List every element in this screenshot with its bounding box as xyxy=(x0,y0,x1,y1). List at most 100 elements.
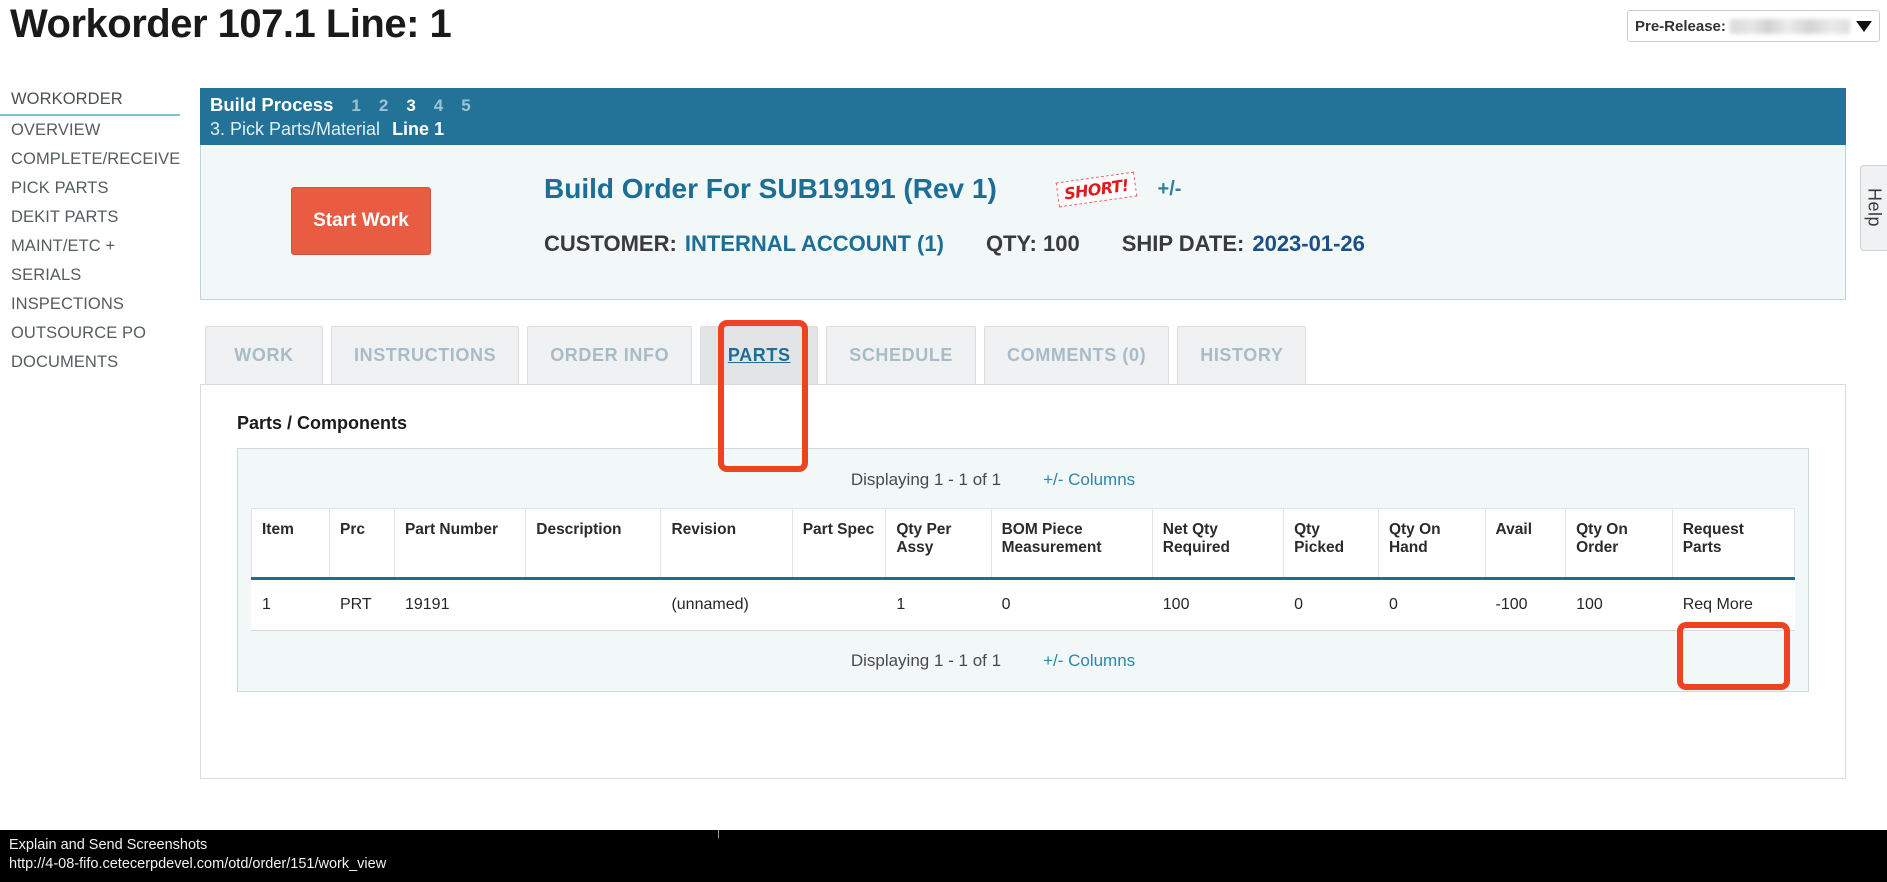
status-bar-title: Explain and Send Screenshots xyxy=(9,837,208,853)
col-prc[interactable]: Prc xyxy=(328,508,395,580)
ship-date-label: SHIP DATE: xyxy=(1121,231,1245,256)
pagination-top: Displaying 1 - 1 of 1 +/- Columns xyxy=(251,449,1795,508)
col-avail-label: Avail xyxy=(1495,521,1533,538)
columns-toggle-bottom[interactable]: +/- Columns xyxy=(1043,651,1135,671)
col-revision-label: Revision xyxy=(671,521,737,538)
customer-link[interactable]: INTERNAL ACCOUNT (1) xyxy=(685,231,944,257)
build-order-title: Build Order For SUB19191 (Rev 1) xyxy=(544,173,997,204)
help-tab-button[interactable]: Help xyxy=(1860,165,1887,251)
main-content: Build Process 1 2 3 4 5 3. Pick Parts/Ma… xyxy=(200,88,1846,779)
tab-order-info[interactable]: ORDER INFO xyxy=(527,326,693,384)
sidebar-item-pick-parts[interactable]: PICK PARTS xyxy=(0,174,190,203)
sidebar-item-serials[interactable]: SERIALS xyxy=(0,261,190,290)
col-request-parts-label: Request Parts xyxy=(1682,521,1744,556)
parts-table-header-row: Item Prc Part Number Description Revisio… xyxy=(251,508,1796,580)
build-process-step-2[interactable]: 2 xyxy=(379,96,388,116)
sidebar-item-documents[interactable]: DOCUMENTS xyxy=(0,348,190,377)
tab-schedule[interactable]: SCHEDULE xyxy=(826,326,977,384)
pre-release-select[interactable]: Pre-Release: xyxy=(1627,10,1880,42)
cell-part-number-link[interactable]: 19191 xyxy=(394,578,526,631)
sidebar-item-outsource-po[interactable]: OUTSOURCE PO xyxy=(0,319,190,348)
parts-table-container: Displaying 1 - 1 of 1 +/- Columns Item P… xyxy=(237,448,1809,692)
displaying-count-top: Displaying 1 - 1 of 1 xyxy=(850,470,1002,489)
status-bar: Explain and Send Screenshots http://4-08… xyxy=(0,830,1887,882)
build-process-subtitle-row: 3. Pick Parts/Material Line 1 xyxy=(210,119,1836,140)
page-title: Workorder 107.1 Line: 1 xyxy=(10,2,452,46)
cell-net-qty-required: 100 xyxy=(1152,578,1284,631)
chevron-down-icon xyxy=(1856,20,1872,32)
col-qty-on-hand[interactable]: Qty On Hand xyxy=(1377,508,1486,580)
col-bom-piece-measurement[interactable]: BOM Piece Measurement xyxy=(990,508,1153,580)
status-bar-url: http://4-08-fifo.cetecerpdevel.com/otd/o… xyxy=(9,856,387,872)
cell-qty-per-assy: 1 xyxy=(885,578,992,631)
order-title-row: Build Order For SUB19191 (Rev 1) SHORT! … xyxy=(544,171,1365,207)
pre-release-value xyxy=(1729,18,1850,34)
cell-request-parts-link[interactable]: Req More xyxy=(1672,578,1795,631)
col-qty-picked[interactable]: Qty Picked xyxy=(1283,508,1379,580)
col-description-label: Description xyxy=(536,521,622,538)
sidebar-item-workorder[interactable]: WORKORDER xyxy=(0,86,180,116)
build-process-bar: Build Process 1 2 3 4 5 3. Pick Parts/Ma… xyxy=(200,88,1846,145)
build-process-line: Line 1 xyxy=(392,119,445,139)
tab-comments[interactable]: COMMENTS (0) xyxy=(984,326,1170,384)
col-part-number-label: Part Number xyxy=(404,521,498,538)
sidebar-item-complete-receive[interactable]: COMPLETE/RECEIVE xyxy=(0,145,190,174)
pagination-bottom: Displaying 1 - 1 of 1 +/- Columns xyxy=(251,631,1795,675)
cell-description xyxy=(525,578,661,631)
sidebar-item-dekit-parts[interactable]: DEKIT PARTS xyxy=(0,203,190,232)
cell-qty-on-hand: 0 xyxy=(1378,578,1486,631)
build-process-step-1[interactable]: 1 xyxy=(351,96,360,116)
col-part-spec[interactable]: Part Spec xyxy=(791,508,887,580)
col-qty-on-hand-label: Qty On Hand xyxy=(1388,521,1441,556)
plus-minus-toggle[interactable]: +/- xyxy=(1158,178,1182,201)
customer-label: CUSTOMER: xyxy=(544,231,677,256)
sidebar: WORKORDER OVERVIEW COMPLETE/RECEIVE PICK… xyxy=(0,86,190,377)
sidebar-item-maint-etc[interactable]: MAINT/ETC + xyxy=(0,232,190,261)
cell-part-spec xyxy=(792,578,886,631)
cell-avail: -100 xyxy=(1485,578,1566,631)
start-work-button[interactable]: Start Work xyxy=(291,187,431,255)
col-revision[interactable]: Revision xyxy=(660,508,793,580)
tab-history[interactable]: HISTORY xyxy=(1177,326,1307,384)
order-summary-band: Start Work Build Order For SUB19191 (Rev… xyxy=(200,145,1846,300)
col-prc-label: Prc xyxy=(339,521,365,538)
col-qty-on-order-label: Qty On Order xyxy=(1576,521,1628,556)
col-description[interactable]: Description xyxy=(525,508,662,580)
page-root: Workorder 107.1 Line: 1 Pre-Release: WOR… xyxy=(0,0,1887,882)
col-qty-per-assy[interactable]: Qty Per Assy xyxy=(885,508,992,580)
col-qty-on-order[interactable]: Qty On Order xyxy=(1565,508,1673,580)
col-part-number[interactable]: Part Number xyxy=(393,508,527,580)
build-process-step-5[interactable]: 5 xyxy=(461,96,470,116)
columns-toggle-top[interactable]: +/- Columns xyxy=(1043,470,1135,490)
col-qty-per-assy-label: Qty Per Assy xyxy=(896,521,952,556)
pre-release-label: Pre-Release: xyxy=(1635,17,1726,35)
sidebar-item-inspections[interactable]: INSPECTIONS xyxy=(0,290,190,319)
parts-panel: Parts / Components Displaying 1 - 1 of 1… xyxy=(200,384,1846,779)
col-net-qty-required[interactable]: Net Qty Required xyxy=(1151,508,1285,580)
sidebar-item-overview[interactable]: OVERVIEW xyxy=(0,116,190,145)
col-request-parts[interactable]: Request Parts xyxy=(1671,508,1796,580)
col-item[interactable]: Item xyxy=(251,508,330,580)
ship-date-value: 2023-01-26 xyxy=(1252,231,1365,256)
cell-bom-piece-measurement: 0 xyxy=(991,578,1153,631)
displaying-count-bottom: Displaying 1 - 1 of 1 xyxy=(850,651,1002,670)
cell-item: 1 xyxy=(251,578,330,631)
table-row[interactable]: 1 PRT 19191 (unnamed) 1 0 100 0 0 -100 1… xyxy=(251,578,1795,631)
help-tab-label: Help xyxy=(1864,188,1885,228)
build-process-title: Build Process xyxy=(210,94,334,115)
tab-work[interactable]: WORK xyxy=(205,326,323,384)
tab-instructions[interactable]: INSTRUCTIONS xyxy=(331,326,520,384)
order-meta-row: CUSTOMER: INTERNAL ACCOUNT (1) QTY: 100 … xyxy=(544,231,1365,257)
cell-qty-picked: 0 xyxy=(1283,578,1379,631)
build-process-subtitle: 3. Pick Parts/Material xyxy=(210,119,381,139)
build-process-step-3[interactable]: 3 xyxy=(406,96,415,116)
tab-parts[interactable]: PARTS xyxy=(700,326,819,384)
parts-section-title: Parts / Components xyxy=(237,413,408,433)
col-avail[interactable]: Avail xyxy=(1484,508,1567,580)
cell-qty-on-order-link[interactable]: 100 xyxy=(1565,578,1673,631)
short-badge-label: SHORT! xyxy=(1062,175,1130,203)
build-process-step-4[interactable]: 4 xyxy=(434,96,443,116)
cell-prc: PRT xyxy=(329,578,395,631)
col-net-qty-required-label: Net Qty Required xyxy=(1162,521,1230,556)
cell-revision: (unnamed) xyxy=(660,578,793,631)
